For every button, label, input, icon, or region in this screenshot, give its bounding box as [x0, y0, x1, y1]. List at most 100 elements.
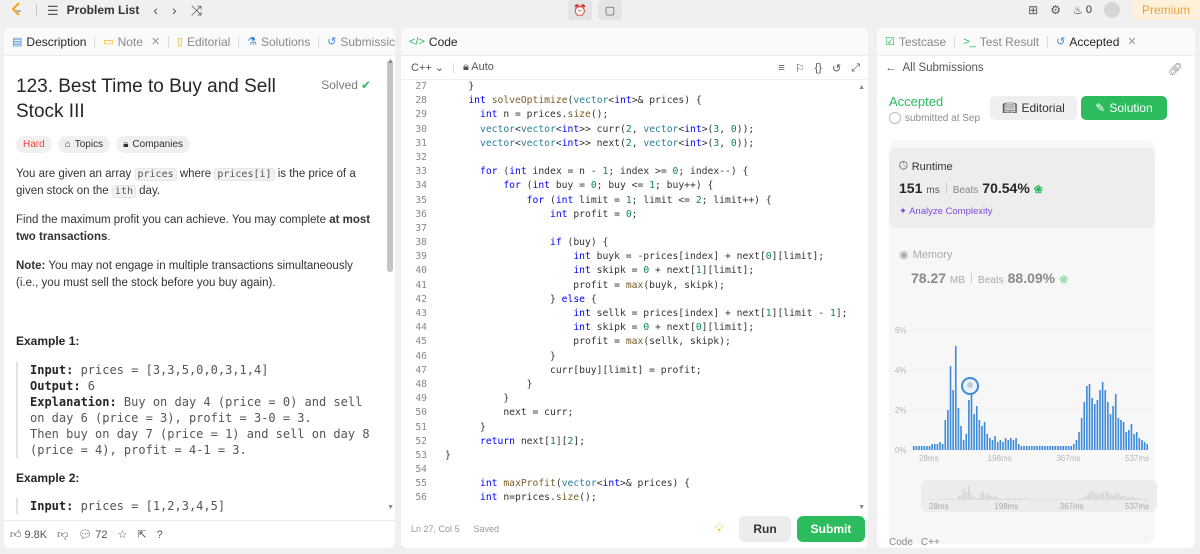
share-button[interactable]: ⇱ [137, 528, 146, 541]
distribution-bar[interactable] [1025, 446, 1028, 450]
distribution-bar[interactable] [1107, 402, 1109, 450]
distribution-bar[interactable] [923, 446, 926, 450]
tab-description[interactable]: ▤ Description [12, 35, 86, 49]
distribution-bar[interactable] [975, 406, 978, 450]
distribution-bar[interactable] [1070, 446, 1072, 450]
format-icon[interactable]: ≡ [778, 62, 784, 75]
code-line[interactable]: 48 } [401, 378, 868, 392]
distribution-bar[interactable] [965, 434, 968, 450]
distribution-bar[interactable] [981, 426, 983, 450]
distribution-bar[interactable] [1120, 420, 1122, 450]
distribution-bar[interactable] [1028, 446, 1031, 450]
streak-counter[interactable]: ♨ 0 [1073, 4, 1092, 17]
distribution-bar[interactable] [1117, 418, 1120, 450]
code-line[interactable]: 36 int profit = 0; [401, 208, 868, 222]
code-line[interactable]: 39 int buyk = -prices[index] + next[0][l… [401, 250, 868, 264]
distribution-bar[interactable] [989, 438, 991, 450]
code-line[interactable]: 54 [401, 463, 868, 477]
user-avatar[interactable] [1103, 2, 1120, 18]
difficulty-badge[interactable]: Hard [16, 136, 52, 153]
distribution-bar[interactable] [1002, 442, 1004, 450]
distribution-bar[interactable] [1083, 402, 1086, 450]
distribution-bar[interactable] [1046, 446, 1049, 450]
distribution-bar[interactable] [913, 446, 915, 450]
tab-code[interactable]: </> Code [409, 35, 458, 49]
distribution-bar[interactable] [1054, 446, 1057, 450]
code-line[interactable]: 50 next = curr; [401, 406, 868, 420]
code-line[interactable]: 29 int n = prices.size(); [401, 108, 868, 122]
distribution-bar[interactable] [918, 446, 920, 450]
chart-range-minimap[interactable]: 28ms 198ms 367ms 537ms [921, 480, 1157, 512]
distribution-bar[interactable] [1138, 438, 1141, 450]
distribution-bar[interactable] [1020, 446, 1023, 450]
topics-badge[interactable]: ⌂ Topics [57, 136, 111, 153]
code-line[interactable]: 40 int skipk = 0 + next[1][limit]; [401, 264, 868, 278]
timer-icon[interactable]: ⏰ [568, 0, 592, 20]
distribution-bar[interactable] [1041, 446, 1044, 450]
distribution-bar[interactable] [944, 420, 947, 450]
code-line[interactable]: 33 for (int index = n - 1; index >= 0; i… [401, 165, 868, 179]
distribution-bar[interactable] [1093, 404, 1096, 450]
distribution-bar[interactable] [968, 400, 970, 450]
prev-problem-icon[interactable]: ‹ [153, 3, 158, 17]
layout-icon[interactable]: ⊞ [1028, 3, 1038, 17]
distribution-bar[interactable] [1099, 390, 1101, 450]
distribution-bar[interactable] [978, 420, 981, 450]
distribution-bar[interactable] [1086, 386, 1088, 450]
distribution-bar[interactable] [915, 446, 918, 450]
reset-icon[interactable]: ↺ [832, 62, 841, 75]
problem-list-link[interactable]: Problem List [67, 3, 140, 17]
code-line[interactable]: 45 profit = max(sellk, skipk); [401, 335, 868, 349]
distribution-bar[interactable] [991, 440, 994, 450]
distribution-bar[interactable] [939, 442, 941, 450]
code-editor[interactable]: 27 } 28 int solveOptimize(vector<int>& pr… [401, 80, 868, 526]
memory-label[interactable]: ◉ Memory [899, 248, 952, 262]
link-icon[interactable]: 🔗︎ [1168, 62, 1183, 76]
distribution-bar[interactable] [933, 444, 936, 450]
distribution-bar[interactable] [931, 444, 933, 450]
autosave-mode[interactable]: 🔒︎ Auto [463, 61, 494, 74]
distribution-bar[interactable] [986, 434, 989, 450]
code-line[interactable]: 41 profit = max(buyk, skipk); [401, 279, 868, 293]
premium-button[interactable]: Premium [1131, 0, 1200, 20]
submit-button[interactable]: Submit [797, 516, 865, 542]
distribution-bar[interactable] [1057, 446, 1059, 450]
tab-accepted[interactable]: ↺ Accepted ✕ [1056, 35, 1136, 49]
distribution-bar[interactable] [1101, 382, 1104, 450]
distribution-bar[interactable] [1023, 446, 1025, 450]
distribution-bar[interactable] [1031, 446, 1033, 450]
tab-submissions[interactable]: ↺ Submissic [327, 35, 395, 49]
favorite-button[interactable]: ☆ [118, 528, 128, 541]
scroll-down-icon[interactable]: ▼ [387, 504, 394, 511]
comments-button[interactable]: 💬︎ 72 [78, 528, 107, 542]
braces-icon[interactable]: {} [815, 62, 822, 75]
distribution-bar[interactable] [1062, 446, 1065, 450]
chart-range-selector[interactable]: 28ms 198ms 367ms 537ms [921, 480, 1157, 512]
code-line[interactable]: 34 for (int buy = 0; buy <= 1; buy++) { [401, 179, 868, 193]
distribution-bar[interactable] [947, 410, 949, 450]
distribution-bar[interactable] [1072, 444, 1075, 450]
distribution-bar[interactable] [996, 442, 999, 450]
distribution-bar[interactable] [1112, 406, 1114, 450]
distribution-bar[interactable] [994, 436, 996, 450]
code-line[interactable]: 52 return next[1][2]; [401, 435, 868, 449]
distribution-bar[interactable] [936, 444, 939, 450]
tab-test-result[interactable]: >_ Test Result [963, 35, 1039, 49]
code-line[interactable]: 38 if (buy) { [401, 236, 868, 250]
like-button[interactable]: 👍︎ 9.8K [10, 528, 47, 542]
editorial-button[interactable]: 📖︎ Editorial [990, 96, 1077, 120]
distribution-bar[interactable] [1007, 440, 1010, 450]
distribution-bar[interactable] [920, 446, 923, 450]
distribution-bar[interactable] [1122, 422, 1125, 450]
distribution-bar[interactable] [1091, 398, 1093, 450]
distribution-bar[interactable] [1109, 414, 1112, 450]
distribution-bar[interactable] [1128, 430, 1130, 450]
distribution-bar[interactable] [973, 414, 975, 450]
code-line[interactable]: 30 vector<vector<int>> curr(2, vector<in… [401, 123, 868, 137]
distribution-bar[interactable] [928, 446, 931, 450]
distribution-bar[interactable] [1078, 432, 1080, 450]
distribution-bar[interactable] [1004, 438, 1007, 450]
tab-note[interactable]: ▭ Note ✕ [103, 35, 160, 49]
distribution-bar[interactable] [1065, 446, 1067, 450]
editor-scroll-up-icon[interactable]: ▲ [858, 84, 865, 91]
